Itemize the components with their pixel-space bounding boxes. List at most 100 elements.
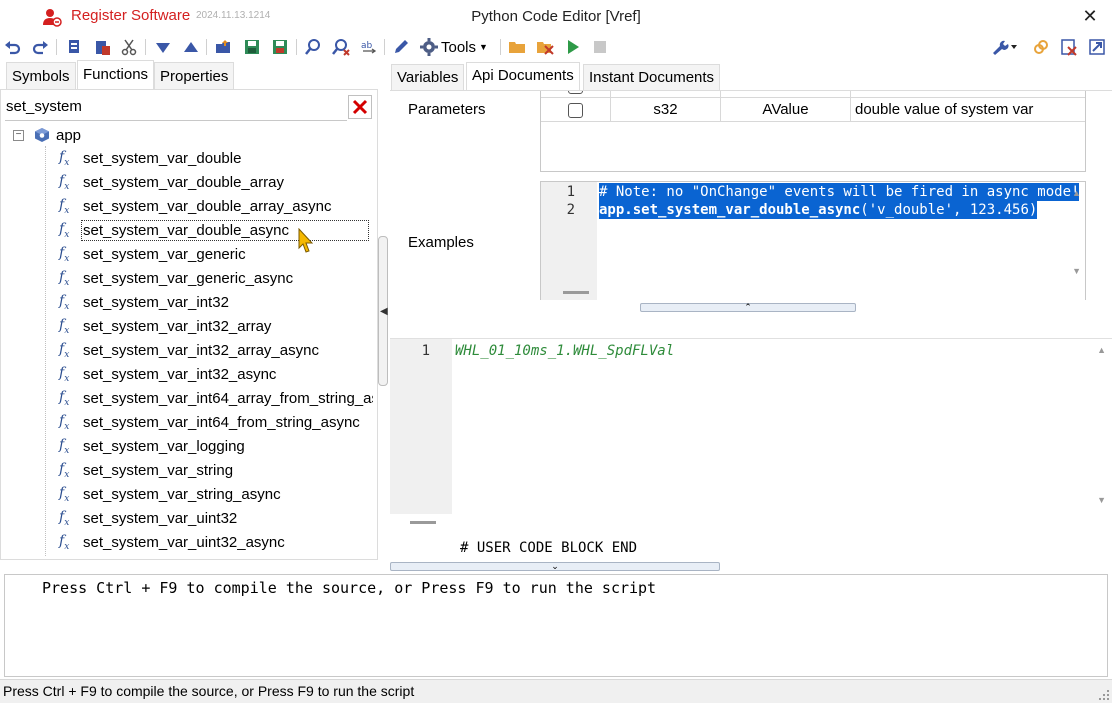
output-text: Press Ctrl + F9 to compile the source, o… — [42, 579, 657, 597]
tree-item-label: set_system_var_int32 — [83, 293, 229, 311]
horizontal-scrollbar[interactable] — [563, 291, 589, 294]
find-icon[interactable] — [302, 36, 324, 58]
tree-item-label: set_system_var_int32_async — [83, 365, 277, 383]
cut-icon[interactable] — [118, 36, 140, 58]
line-gutter: 1 — [390, 339, 452, 515]
redo-icon[interactable] — [29, 36, 51, 58]
undo-icon[interactable] — [2, 36, 24, 58]
find-replace-icon[interactable] — [330, 36, 352, 58]
search-underline — [5, 120, 347, 121]
python-code-editor-window: Register Software 2024.11.13.1214 Python… — [0, 0, 1112, 703]
open-folder-icon[interactable] — [213, 36, 235, 58]
tools-menu[interactable]: Tools ▼ — [420, 36, 488, 58]
collapse-icon[interactable]: − — [13, 129, 24, 141]
function-icon: fx — [59, 412, 70, 432]
save-icon[interactable] — [241, 36, 263, 58]
chevron-down-icon: ⌄ — [551, 561, 559, 571]
function-icon: fx — [59, 172, 70, 192]
scroll-up-icon[interactable]: ▲ — [1097, 345, 1106, 355]
tab-instant-documents[interactable]: Instant Documents — [583, 64, 721, 90]
tab-properties[interactable]: Properties — [154, 62, 235, 89]
scroll-up-icon[interactable]: ▲ — [1072, 188, 1081, 198]
tree-item-function[interactable]: fx set_system_var_string — [59, 458, 234, 482]
param-checkbox[interactable] — [568, 103, 583, 118]
function-tree: − app fx set_system_var_double fx set_syste… — [1, 124, 373, 558]
tree-item-label: set_system_var_string — [83, 461, 234, 479]
tree-item-label: set_system_var_int32_array — [83, 317, 272, 335]
clear-icon[interactable] — [534, 36, 556, 58]
tools-menu-label: Tools — [441, 38, 477, 56]
editor-splitter-handle[interactable]: ⌄ — [390, 562, 720, 571]
tree-item-function[interactable]: fx set_system_var_int32_async — [59, 362, 277, 386]
tree-item-function[interactable]: fx set_system_var_int32_array_async — [59, 338, 320, 362]
wrench-icon[interactable] — [988, 36, 1020, 58]
close-doc-icon[interactable] — [1058, 36, 1080, 58]
param-name: AValue — [721, 98, 851, 122]
link-icon[interactable] — [1030, 36, 1052, 58]
folder-icon[interactable] — [506, 36, 528, 58]
function-icon: fx — [59, 292, 70, 312]
tree-node-app[interactable]: − app — [13, 124, 81, 146]
function-icon: fx — [59, 196, 70, 216]
tree-item-function[interactable]: fx set_system_var_int32_array — [59, 314, 272, 338]
doc-splitter-handle[interactable]: ⌃ — [640, 303, 856, 312]
stop-icon[interactable] — [589, 36, 611, 58]
code-editor[interactable]: 1 WHL_01_10ms_1.WHL_SpdFLVal ▲ ▼ — [390, 338, 1112, 515]
close-window-button[interactable]: ✕ — [1078, 4, 1102, 28]
run-icon[interactable] — [562, 36, 584, 58]
example-code-view[interactable]: 1 2 # Note: no "OnChange" events will be… — [540, 181, 1086, 300]
export-icon[interactable] — [1086, 36, 1108, 58]
tab-functions[interactable]: Functions — [77, 60, 155, 89]
tree-item-label: set_system_var_generic_async — [83, 269, 294, 287]
tree-item-function[interactable]: fx set_system_var_int64_from_string_async — [59, 410, 361, 434]
tree-item-function[interactable]: fx set_system_var_uint32 — [59, 506, 238, 530]
tree-item-label: set_system_var_uint32 — [83, 509, 238, 527]
tree-item-label: set_system_var_uint32_async — [83, 533, 285, 551]
editor-horizontal-scrollbar[interactable] — [390, 514, 1112, 532]
tree-item-function[interactable]: fx set_system_var_double — [59, 146, 242, 170]
module-cube-icon — [35, 128, 49, 142]
param-checkbox[interactable] — [568, 91, 583, 94]
tree-item-function[interactable]: fx set_system_var_int32 — [59, 290, 230, 314]
collapse-left-panel-icon[interactable]: ◀ — [380, 306, 388, 317]
scroll-down-icon[interactable]: ▼ — [1097, 495, 1106, 505]
scroll-down-icon[interactable]: ▼ — [1072, 266, 1081, 276]
tab-api-documents[interactable]: Api Documents — [466, 62, 580, 90]
function-icon: fx — [59, 508, 70, 528]
function-icon: fx — [59, 532, 70, 552]
tree-item-function[interactable]: fx set_system_var_int64_array_from_string… — [59, 386, 373, 410]
tree-item-function[interactable]: fx set_system_var_double_array_async — [59, 194, 332, 218]
mouse-cursor-icon — [298, 228, 314, 253]
edit-pencil-icon[interactable] — [390, 36, 412, 58]
toolbar: ab Tools ▼ — [0, 33, 1112, 60]
clear-search-button[interactable] — [348, 95, 372, 119]
tab-variables[interactable]: Variables — [391, 64, 465, 90]
tree-item-function[interactable]: fx set_system_var_double_async — [59, 218, 369, 242]
gear-icon — [420, 38, 438, 56]
copy-icon[interactable] — [63, 36, 85, 58]
move-down-icon[interactable] — [152, 36, 174, 58]
tree-item-function[interactable]: fx set_system_var_generic_async — [59, 266, 294, 290]
tree-item-function[interactable]: fx set_system_var_double_array — [59, 170, 285, 194]
resize-grip-icon[interactable] — [1098, 689, 1110, 701]
tree-item-function[interactable]: fx set_system_var_logging — [59, 434, 246, 458]
paste-icon[interactable] — [91, 36, 113, 58]
tree-item-function[interactable]: fx set_system_var_string_async — [59, 482, 282, 506]
param-description: double value of system var — [851, 98, 1085, 122]
code-line[interactable]: WHL_01_10ms_1.WHL_SpdFLVal — [455, 343, 674, 359]
parameters-label: Parameters — [408, 101, 486, 118]
tree-item-function[interactable]: fx set_system_var_generic — [59, 242, 247, 266]
replace-icon[interactable]: ab — [358, 36, 380, 58]
tree-item-function[interactable]: fx set_system_var_uint32_async — [59, 530, 286, 554]
output-console[interactable]: Press Ctrl + F9 to compile the source, o… — [4, 574, 1108, 677]
functions-panel: − app fxset_system_var_doublefxset_syste… — [0, 89, 378, 560]
tab-symbols[interactable]: Symbols — [6, 62, 76, 89]
save-all-icon[interactable] — [269, 36, 291, 58]
function-icon: fx — [59, 388, 70, 408]
function-search-input[interactable] — [6, 94, 346, 118]
move-up-icon[interactable] — [180, 36, 202, 58]
example-code-line: # Note: no "OnChange" events will be fir… — [599, 183, 1080, 201]
function-icon: fx — [59, 484, 70, 504]
tree-item-label: set_system_var_double_async — [81, 219, 369, 241]
chevron-down-icon: ▼ — [479, 42, 488, 52]
